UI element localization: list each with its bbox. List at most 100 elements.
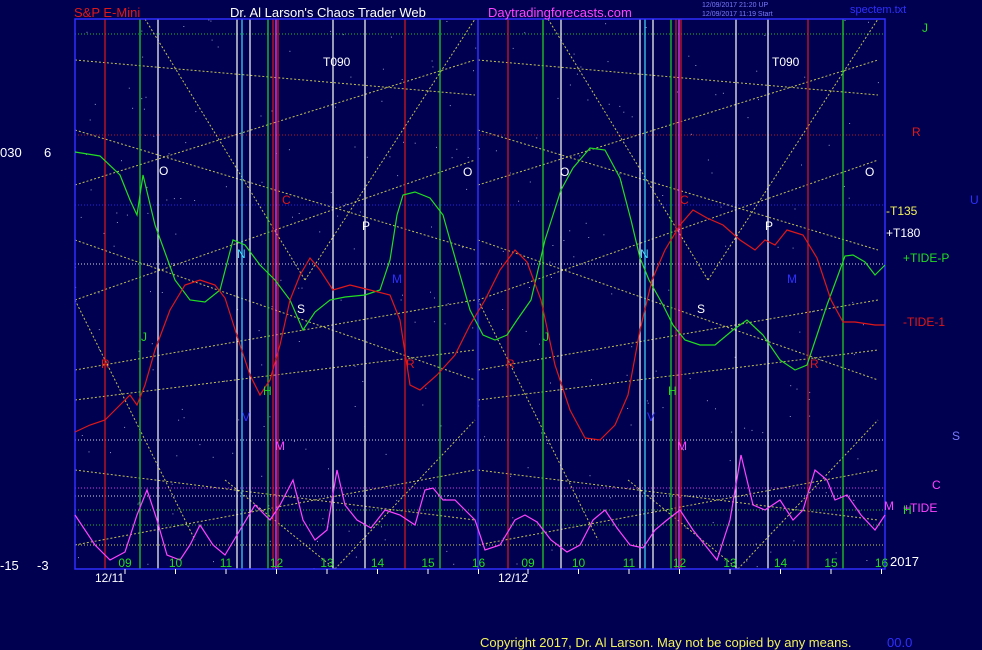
star-dot [261, 181, 263, 183]
footer-tail: 00.0 [887, 635, 913, 650]
star-dot [446, 550, 448, 552]
star-dot [141, 30, 143, 32]
copyright-text: Copyright 2017, Dr. Al Larson. May not b… [480, 635, 852, 650]
star-dot [849, 123, 851, 124]
star-dot [280, 279, 282, 281]
star-dot [607, 61, 609, 63]
star-dot [619, 105, 621, 107]
site-link[interactable]: Daytradingforecasts.com [488, 6, 632, 19]
star-dot [722, 92, 724, 94]
star-dot [576, 73, 578, 75]
star-dot [110, 452, 111, 454]
star-dot [844, 20, 846, 21]
star-dot [453, 563, 455, 565]
hour-tick-label: 12 [270, 556, 284, 570]
star-dot [161, 292, 163, 293]
star-dot [688, 55, 690, 57]
star-dot [294, 440, 295, 442]
star-dot [172, 263, 174, 265]
star-dot [271, 110, 273, 112]
hour-tick-label: 10 [169, 556, 183, 570]
star-dot [195, 111, 197, 113]
star-dot [502, 250, 504, 252]
event-label: V [647, 410, 655, 424]
star-dot [350, 76, 352, 78]
event-label: M [787, 272, 797, 286]
star-dot [605, 23, 607, 25]
star-dot [432, 66, 434, 68]
star-dot [603, 234, 605, 236]
star-dot [573, 256, 575, 258]
star-dot [857, 458, 859, 460]
star-dot [466, 188, 468, 190]
star-dot [425, 387, 427, 389]
star-dot [549, 261, 551, 263]
star-dot [390, 36, 392, 38]
star-dot [422, 404, 424, 406]
star-dot [238, 419, 240, 421]
right-label: C [932, 478, 941, 492]
star-dot [645, 27, 647, 28]
star-dot [289, 50, 291, 52]
star-dot [812, 311, 813, 313]
star-dot [147, 563, 149, 565]
day-label: 12/11 [95, 571, 124, 585]
star-dot [502, 309, 504, 310]
star-dot [400, 299, 402, 301]
star-dot [141, 98, 143, 100]
star-dot [301, 287, 303, 289]
star-dot [712, 522, 714, 524]
star-dot [335, 106, 336, 108]
star-dot [668, 289, 670, 291]
star-dot [475, 47, 477, 49]
star-dot [396, 499, 398, 501]
star-dot [796, 388, 798, 390]
star-dot [868, 21, 869, 23]
star-dot [145, 96, 147, 98]
star-dot [353, 248, 355, 250]
star-dot [758, 99, 759, 101]
star-dot [81, 435, 83, 436]
star-dot [573, 53, 575, 55]
flux-line [144, 18, 306, 281]
star-dot [116, 222, 118, 223]
star-dot [853, 499, 855, 501]
star-dot [430, 291, 431, 293]
star-dot [430, 480, 432, 482]
star-dot [446, 21, 448, 22]
star-dot [792, 247, 794, 249]
event-label: N [640, 247, 649, 261]
star-dot [149, 265, 151, 267]
hour-tick-label: 11 [623, 556, 636, 570]
star-dot [261, 475, 263, 477]
year-label: 2017 [890, 554, 919, 569]
hour-tick-label: 10 [572, 556, 586, 570]
star-dot [328, 468, 329, 470]
star-dot [585, 222, 587, 224]
star-dot [292, 216, 293, 218]
event-label: P [765, 219, 773, 233]
star-dot [462, 247, 464, 249]
star-dot [288, 149, 290, 151]
star-dot [172, 513, 174, 515]
star-dot [484, 436, 486, 438]
star-dot [690, 133, 692, 135]
star-dot [152, 369, 154, 371]
star-dot [90, 189, 92, 191]
series-line [74, 147, 886, 371]
event-label: R [406, 357, 415, 371]
star-dot [175, 233, 177, 235]
star-dot [98, 349, 100, 351]
star-dot [183, 26, 185, 27]
star-dot [631, 116, 633, 118]
star-dot [527, 467, 529, 469]
star-dot [298, 213, 300, 214]
star-dot [431, 226, 432, 228]
flux-line [74, 59, 476, 96]
star-dot [557, 97, 559, 99]
right-label: +T180 [886, 226, 921, 240]
star-dot [89, 119, 91, 121]
star-dot [224, 380, 225, 382]
event-label: R [506, 357, 515, 371]
star-dot [589, 475, 591, 477]
